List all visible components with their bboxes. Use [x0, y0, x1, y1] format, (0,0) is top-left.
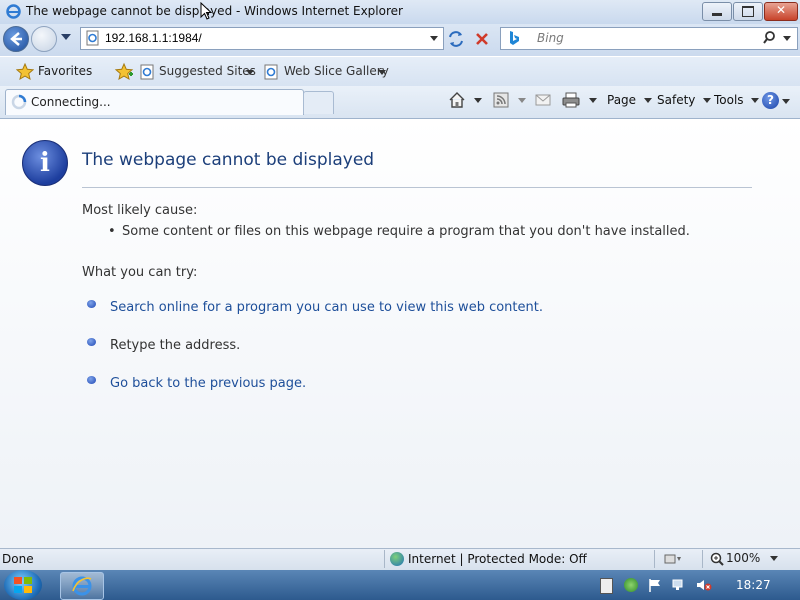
address-bar[interactable]: 192.168.1.1:1984/ [80, 27, 444, 50]
bullet-icon [87, 376, 96, 384]
ie-page-icon [264, 64, 278, 80]
recent-pages-dropdown-icon[interactable] [61, 34, 71, 40]
close-icon: ✕ [776, 3, 787, 17]
read-mail-button[interactable] [535, 93, 553, 109]
safety-dropdown-icon [703, 98, 712, 103]
home-dropdown-icon[interactable] [474, 98, 482, 103]
page-dropdown-icon [643, 98, 652, 103]
web-slice-gallery-link[interactable]: Web Slice Gallery [264, 62, 389, 82]
zoom-control[interactable]: 100% [710, 551, 784, 567]
retype-address-text: Retype the address. [110, 338, 241, 353]
status-divider [702, 550, 703, 568]
ie-logo-icon [72, 576, 92, 596]
tools-dropdown-icon [751, 98, 760, 103]
action-center-flag-icon[interactable] [648, 578, 662, 592]
loading-spinner-icon [11, 94, 27, 110]
new-tab-button[interactable] [303, 91, 334, 114]
tab-label: Connecting... [31, 95, 111, 109]
refresh-icon [449, 31, 463, 47]
windows-logo-icon [14, 577, 32, 593]
help-dropdown-icon[interactable] [782, 99, 790, 104]
protected-mode-icon[interactable] [664, 552, 682, 566]
network-icon[interactable] [672, 578, 686, 592]
cause-item: Some content or files on this webpage re… [122, 224, 690, 239]
tools-menu-label: Tools [714, 93, 744, 107]
divider [82, 187, 752, 188]
zoom-icon [710, 552, 724, 566]
stop-button[interactable] [472, 29, 492, 49]
info-icon: i [22, 140, 68, 186]
help-icon: ? [762, 92, 779, 109]
page-title: The webpage cannot be displayed [82, 150, 375, 170]
address-dropdown-icon[interactable] [430, 36, 438, 41]
ie-page-icon [140, 64, 154, 80]
window-title: The webpage cannot be displayed - Window… [26, 4, 403, 18]
page-menu-button[interactable]: Page [607, 93, 652, 107]
search-input[interactable]: Bing [537, 31, 564, 45]
bullet-icon [87, 300, 96, 308]
security-zone-label[interactable]: Internet | Protected Mode: Off [408, 552, 587, 566]
rss-feed-icon [493, 92, 509, 108]
go-back-link[interactable]: Go back to the previous page. [110, 376, 306, 391]
suggested-sites-label: Suggested Sites [159, 64, 256, 78]
page-icon [86, 30, 99, 46]
add-to-favorites-bar-button[interactable] [114, 62, 134, 82]
home-button[interactable] [448, 91, 486, 111]
close-button[interactable]: ✕ [764, 2, 798, 21]
minimize-button[interactable] [702, 2, 732, 21]
taskbar-clock[interactable]: 18:27 [736, 578, 771, 592]
taskbar-internet-explorer[interactable] [60, 572, 104, 600]
cause-label: Most likely cause: [82, 203, 198, 218]
bing-icon [510, 31, 519, 45]
page-menu-label: Page [607, 93, 637, 107]
refresh-button[interactable] [446, 29, 466, 49]
safety-menu-label: Safety [657, 93, 696, 107]
print-button[interactable] [562, 91, 600, 111]
tray-security-icon[interactable] [624, 578, 638, 592]
favorites-button[interactable]: Favorites [8, 60, 98, 82]
maximize-button[interactable] [733, 2, 763, 21]
print-dropdown-icon[interactable] [589, 98, 597, 103]
feeds-dropdown-icon[interactable] [518, 98, 526, 103]
ie-logo-icon [6, 4, 21, 19]
back-button[interactable] [3, 26, 29, 52]
status-divider [384, 550, 385, 568]
forward-button[interactable] [31, 26, 57, 52]
web-slice-gallery-dropdown-icon[interactable] [378, 70, 386, 75]
feeds-button[interactable] [492, 91, 530, 111]
address-input[interactable]: 192.168.1.1:1984/ [105, 31, 202, 45]
help-button[interactable]: ? [762, 91, 792, 111]
web-slice-gallery-label: Web Slice Gallery [284, 64, 389, 78]
internet-zone-icon [390, 552, 404, 566]
try-label: What you can try: [82, 265, 198, 280]
safety-menu-button[interactable]: Safety [657, 93, 712, 107]
status-divider [654, 550, 655, 568]
bullet-icon [87, 338, 96, 346]
volume-muted-icon[interactable] [696, 578, 712, 592]
stop-icon [476, 33, 488, 45]
tray-document-icon[interactable] [600, 578, 614, 594]
search-box[interactable]: Bing [500, 27, 798, 50]
search-options-dropdown-icon[interactable] [783, 36, 791, 41]
search-online-link[interactable]: Search online for a program you can use … [110, 300, 543, 315]
suggested-sites-link[interactable]: Suggested Sites [140, 62, 256, 82]
status-text: Done [2, 552, 34, 566]
mouse-cursor-icon [200, 1, 213, 23]
zoom-dropdown-icon[interactable] [770, 556, 778, 561]
start-button[interactable] [4, 570, 42, 600]
search-icon[interactable] [763, 30, 779, 46]
cause-bullet: • [108, 224, 116, 239]
back-arrow-icon [10, 32, 22, 46]
page-content [0, 119, 800, 548]
mail-icon [535, 94, 551, 106]
tools-menu-button[interactable]: Tools [714, 93, 760, 107]
printer-icon [562, 92, 580, 108]
suggested-sites-dropdown-icon[interactable] [246, 70, 254, 75]
tab-connecting[interactable]: Connecting... [5, 89, 304, 115]
favorites-label: Favorites [38, 64, 93, 78]
favorites-star-icon [16, 63, 34, 81]
home-icon [449, 92, 465, 108]
zoom-level: 100% [726, 551, 761, 565]
add-favorite-icon [114, 62, 134, 81]
